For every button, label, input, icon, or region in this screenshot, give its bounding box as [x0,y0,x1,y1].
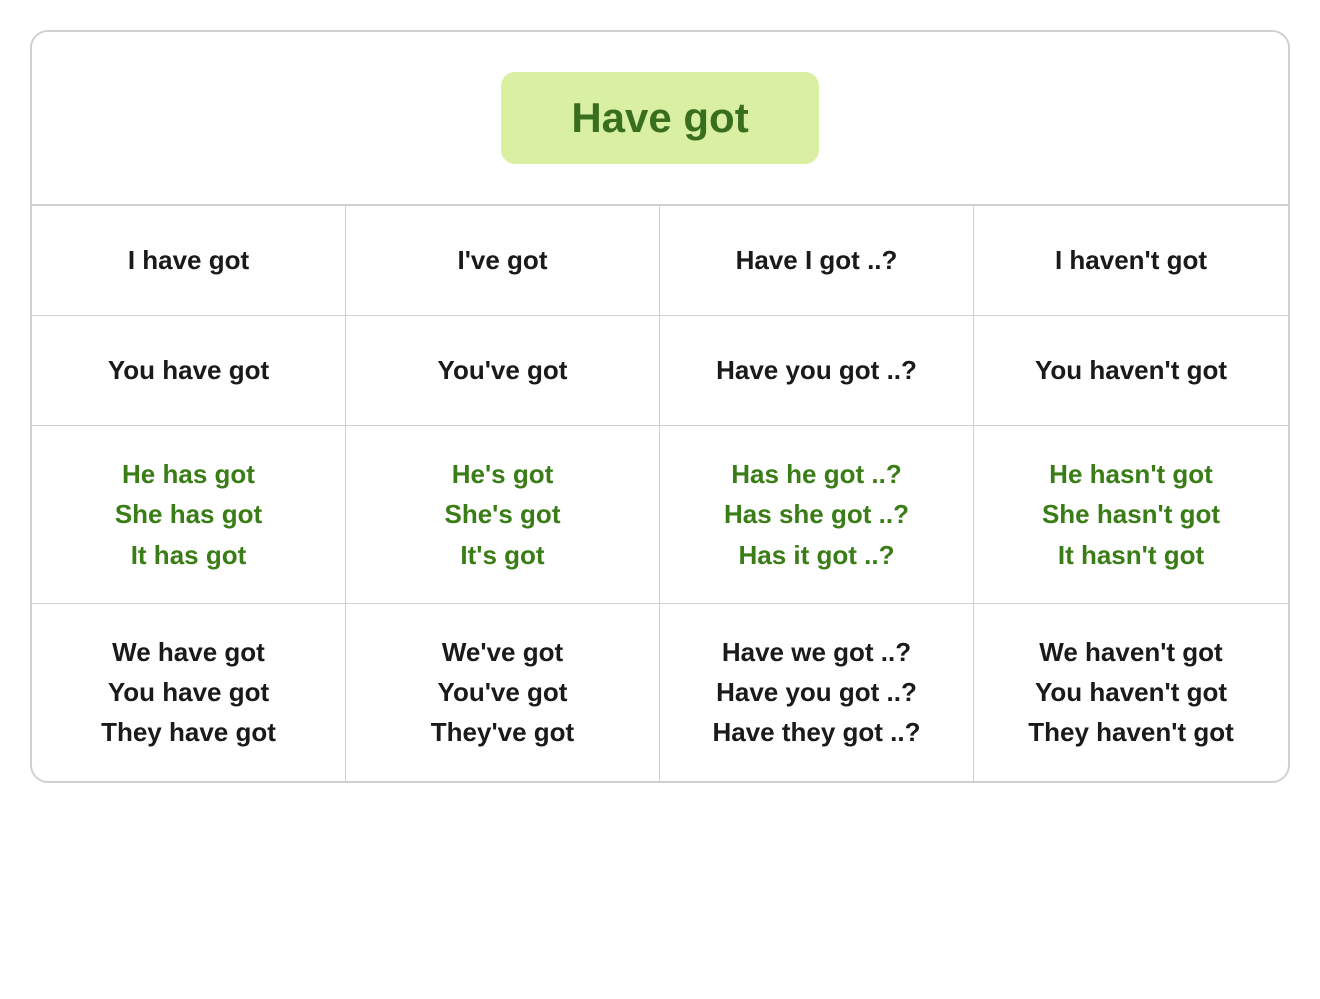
cell-content: He hasn't gotShe hasn't gotIt hasn't got [1042,454,1220,575]
cell-content: We have gotYou have gotThey have got [101,632,276,753]
cell-content: We haven't gotYou haven't gotThey haven'… [1028,632,1234,753]
table-cell: Have I got ..? [660,206,974,316]
table-cell: I've got [346,206,660,316]
cell-content: You have got [108,350,269,390]
cell-content: I haven't got [1055,240,1207,280]
cell-content: He's gotShe's gotIt's got [445,454,561,575]
table-cell: He has gotShe has gotIt has got [32,426,346,604]
table-cell: He hasn't gotShe hasn't gotIt hasn't got [974,426,1288,604]
cell-content: I have got [128,240,249,280]
main-card: Have got I have got I've got Have I got ..… [30,30,1290,783]
table-cell: You have got [32,316,346,426]
cell-content: You haven't got [1035,350,1227,390]
table-cell: Have you got ..? [660,316,974,426]
cell-content: Have you got ..? [716,350,917,390]
table-cell: He's gotShe's gotIt's got [346,426,660,604]
table-cell: We haven't gotYou haven't gotThey haven'… [974,604,1288,781]
cell-content: He has gotShe has gotIt has got [115,454,262,575]
cell-content: Has he got ..?Has she got ..?Has it got … [724,454,909,575]
conjugation-grid: I have got I've got Have I got ..? I haven'… [32,206,1288,781]
table-cell: We have gotYou have gotThey have got [32,604,346,781]
table-cell: I have got [32,206,346,316]
main-title: Have got [571,94,748,141]
table-cell: Have we got ..?Have you got ..?Have they… [660,604,974,781]
cell-content: We've gotYou've gotThey've got [431,632,574,753]
cell-content: Have I got ..? [736,240,898,280]
header-section: Have got [32,32,1288,206]
cell-content: I've got [458,240,548,280]
cell-content: Have we got ..?Have you got ..?Have they… [712,632,920,753]
table-cell: Has he got ..?Has she got ..?Has it got … [660,426,974,604]
title-badge: Have got [501,72,818,164]
table-cell: I haven't got [974,206,1288,316]
table-cell: We've gotYou've gotThey've got [346,604,660,781]
cell-content: You've got [438,350,568,390]
table-cell: You haven't got [974,316,1288,426]
table-cell: You've got [346,316,660,426]
